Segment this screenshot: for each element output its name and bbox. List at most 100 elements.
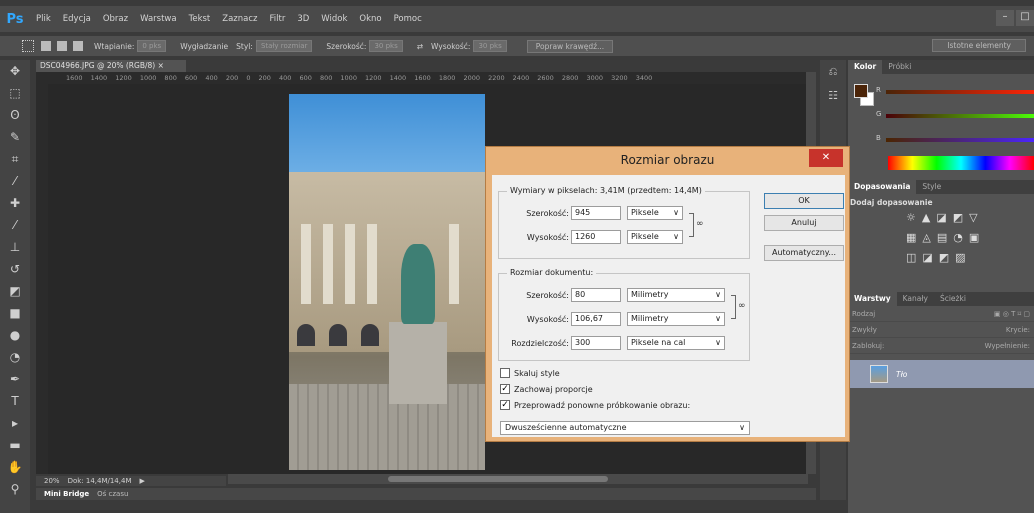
tab-adjustments[interactable]: Dopasowania xyxy=(848,180,917,194)
menu-filter[interactable]: Filtr xyxy=(264,14,292,24)
shape-icon[interactable]: ▬ xyxy=(0,434,30,456)
style-select[interactable]: Stały rozmiar xyxy=(255,40,313,52)
quick-select-icon[interactable]: ✎ xyxy=(0,126,30,148)
red-slider[interactable] xyxy=(886,90,1034,94)
document-info[interactable]: Dok: 14,4M/14,4M xyxy=(68,476,132,486)
blue-slider[interactable] xyxy=(886,138,1034,142)
brush-icon[interactable]: ⁄ xyxy=(0,214,30,236)
px-height-unit-select[interactable]: Piksele ∨ xyxy=(627,230,683,244)
blend-mode-select[interactable]: Zwykły xyxy=(852,326,877,334)
lasso-icon[interactable]: ʘ xyxy=(0,104,30,126)
eyedropper-icon[interactable]: ⁄ xyxy=(0,170,30,192)
move-tool-icon[interactable]: ✥ xyxy=(0,60,30,82)
tab-swatches[interactable]: Próbki xyxy=(882,60,917,74)
width-input[interactable]: 30 pks xyxy=(369,40,403,52)
green-slider[interactable] xyxy=(886,114,1034,118)
opacity-label[interactable]: Krycie: xyxy=(1006,326,1030,334)
menu-select[interactable]: Zaznacz xyxy=(216,14,263,24)
tab-styles[interactable]: Style xyxy=(916,180,947,194)
constrain-checkbox[interactable]: ✓ Zachowaj proporcje xyxy=(500,384,593,394)
menu-type[interactable]: Tekst xyxy=(183,14,217,24)
doc-width-unit-select[interactable]: Milimetry ∨ xyxy=(627,288,725,302)
horizontal-scrollbar[interactable] xyxy=(228,474,808,484)
resample-method-select[interactable]: Dwusześcienne automatyczne ∨ xyxy=(500,421,750,435)
properties-panel-icon[interactable]: ☷ xyxy=(820,84,846,108)
resample-checkbox[interactable]: ✓ Przeprowadź ponowne próbkowanie obrazu… xyxy=(500,400,690,410)
crop-icon[interactable]: ⌗ xyxy=(0,148,30,170)
tab-timeline[interactable]: Oś czasu xyxy=(97,488,128,500)
minimize-button[interactable]: – xyxy=(996,10,1014,26)
document-image[interactable] xyxy=(289,94,485,470)
checkmark-icon[interactable]: ✓ xyxy=(500,400,510,410)
px-width-unit-select[interactable]: Piksele ∨ xyxy=(627,206,683,220)
dialog-close-button[interactable]: ✕ xyxy=(809,149,843,167)
menu-edit[interactable]: Edycja xyxy=(57,14,97,24)
history-panel-icon[interactable]: ⎌ xyxy=(820,60,846,84)
stamp-icon[interactable]: ⊥ xyxy=(0,236,30,258)
lock-label[interactable]: Zablokuj: xyxy=(852,342,884,350)
scale-styles-checkbox[interactable]: Skaluj style xyxy=(500,368,560,378)
hand-icon[interactable]: ✋ xyxy=(0,456,30,478)
menu-layer[interactable]: Warstwa xyxy=(134,14,183,24)
menu-view[interactable]: Widok xyxy=(315,14,353,24)
px-width-input[interactable]: 945 xyxy=(571,206,621,220)
marquee-icon[interactable]: ⬚ xyxy=(0,82,30,104)
pen-icon[interactable]: ✒ xyxy=(0,368,30,390)
scale-styles-box[interactable] xyxy=(500,368,510,378)
color-spectrum[interactable] xyxy=(888,156,1034,170)
marquee-tool-icon[interactable] xyxy=(22,40,34,52)
eraser-icon[interactable]: ◩ xyxy=(0,280,30,302)
tab-channels[interactable]: Kanały xyxy=(897,292,934,306)
zoom-icon[interactable]: ⚲ xyxy=(0,478,30,500)
layer-background[interactable]: Tło xyxy=(848,360,1034,388)
layer-kind-select[interactable]: Rodzaj xyxy=(852,310,875,318)
adjustment-icons-row-2[interactable]: ▦◬▤◔▣ xyxy=(848,231,1034,251)
new-selection-icon[interactable] xyxy=(41,41,51,51)
tab-color[interactable]: Kolor xyxy=(848,60,883,74)
checkmark-icon[interactable]: ✓ xyxy=(500,384,510,394)
gradient-icon[interactable]: ■ xyxy=(0,302,30,324)
layer-filter-icons[interactable]: ▣ ◎ T ⌑ ▢ xyxy=(994,310,1030,318)
blur-icon[interactable]: ● xyxy=(0,324,30,346)
adjustment-icons-row-1[interactable]: ☼▲◪◩▽ xyxy=(848,211,1034,231)
menu-help[interactable]: Pomoc xyxy=(388,14,428,24)
antialias-checkbox[interactable]: Wygładzanie xyxy=(180,42,228,51)
height-input[interactable]: 30 pks xyxy=(473,40,507,52)
auto-button[interactable]: Automatyczny... xyxy=(764,245,844,261)
refine-edge-button[interactable]: Popraw krawędź... xyxy=(526,39,614,53)
foreground-color-swatch[interactable] xyxy=(854,84,868,98)
history-brush-icon[interactable]: ↺ xyxy=(0,258,30,280)
px-height-input[interactable]: 1260 xyxy=(571,230,621,244)
doc-width-input[interactable]: 80 xyxy=(571,288,621,302)
essentials-button[interactable]: Istotne elementy xyxy=(932,39,1026,52)
adjustment-icons-row-3[interactable]: ◫◪◩▨ xyxy=(848,251,1034,271)
dodge-icon[interactable]: ◔ xyxy=(0,346,30,368)
menu-file[interactable]: Plik xyxy=(30,14,57,24)
menu-3d[interactable]: 3D xyxy=(291,14,315,24)
ok-button[interactable]: OK xyxy=(764,193,844,209)
path-select-icon[interactable]: ▸ xyxy=(0,412,30,434)
swap-icon[interactable]: ⇄ xyxy=(417,42,423,51)
document-tab[interactable]: DSC04966.JPG @ 20% (RGB/8) × xyxy=(36,60,186,72)
resolution-unit-select[interactable]: Piksele na cal ∨ xyxy=(627,336,725,350)
fill-label[interactable]: Wypełnienie: xyxy=(985,342,1030,350)
tab-mini-bridge[interactable]: Mini Bridge xyxy=(44,488,89,500)
healing-icon[interactable]: ✚ xyxy=(0,192,30,214)
maximize-button[interactable]: □ xyxy=(1016,10,1034,26)
feather-input[interactable]: 0 pks xyxy=(137,40,167,52)
menu-window[interactable]: Okno xyxy=(353,14,387,24)
zoom-level[interactable]: 20% xyxy=(44,476,60,486)
doc-height-input[interactable]: 106,67 xyxy=(571,312,621,326)
cancel-button[interactable]: Anuluj xyxy=(764,215,844,231)
tab-paths[interactable]: Ścieżki xyxy=(934,292,972,306)
resolution-input[interactable]: 300 xyxy=(571,336,621,350)
subtract-selection-icon[interactable] xyxy=(73,41,83,51)
doc-height-unit-select[interactable]: Milimetry ∨ xyxy=(627,312,725,326)
add-selection-icon[interactable] xyxy=(57,41,67,51)
tab-layers[interactable]: Warstwy xyxy=(848,292,897,306)
menu-image[interactable]: Obraz xyxy=(97,14,134,24)
type-icon[interactable]: T xyxy=(0,390,30,412)
close-tab-icon[interactable]: × xyxy=(158,61,164,70)
scroll-thumb[interactable] xyxy=(388,476,608,482)
status-arrow-icon[interactable]: ▶ xyxy=(139,476,144,486)
